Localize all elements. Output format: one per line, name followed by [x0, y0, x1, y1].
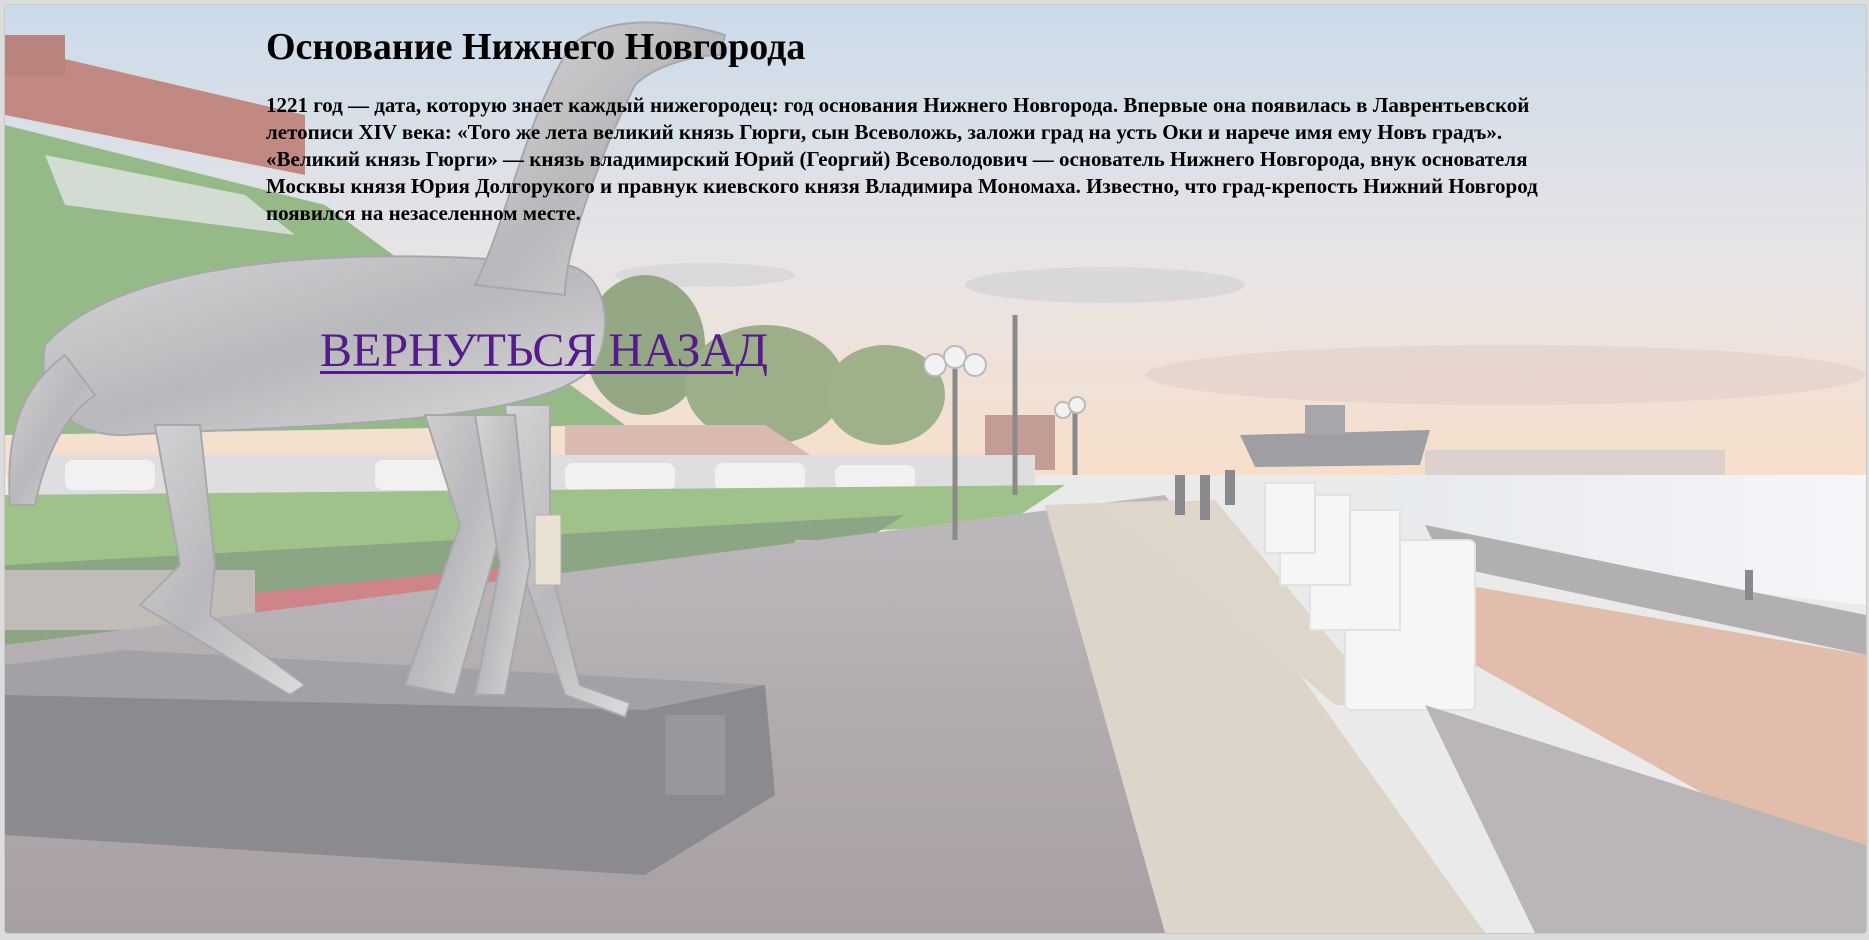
article-content: Основание Нижнего Новгорода 1221 год — д…: [266, 24, 1606, 227]
back-link[interactable]: ВЕРНУТЬСЯ НАЗАД: [320, 323, 768, 379]
article-paragraph: 1221 год — дата, которую знает каждый ни…: [266, 93, 1538, 225]
page-title: Основание Нижнего Новгорода: [266, 26, 806, 68]
